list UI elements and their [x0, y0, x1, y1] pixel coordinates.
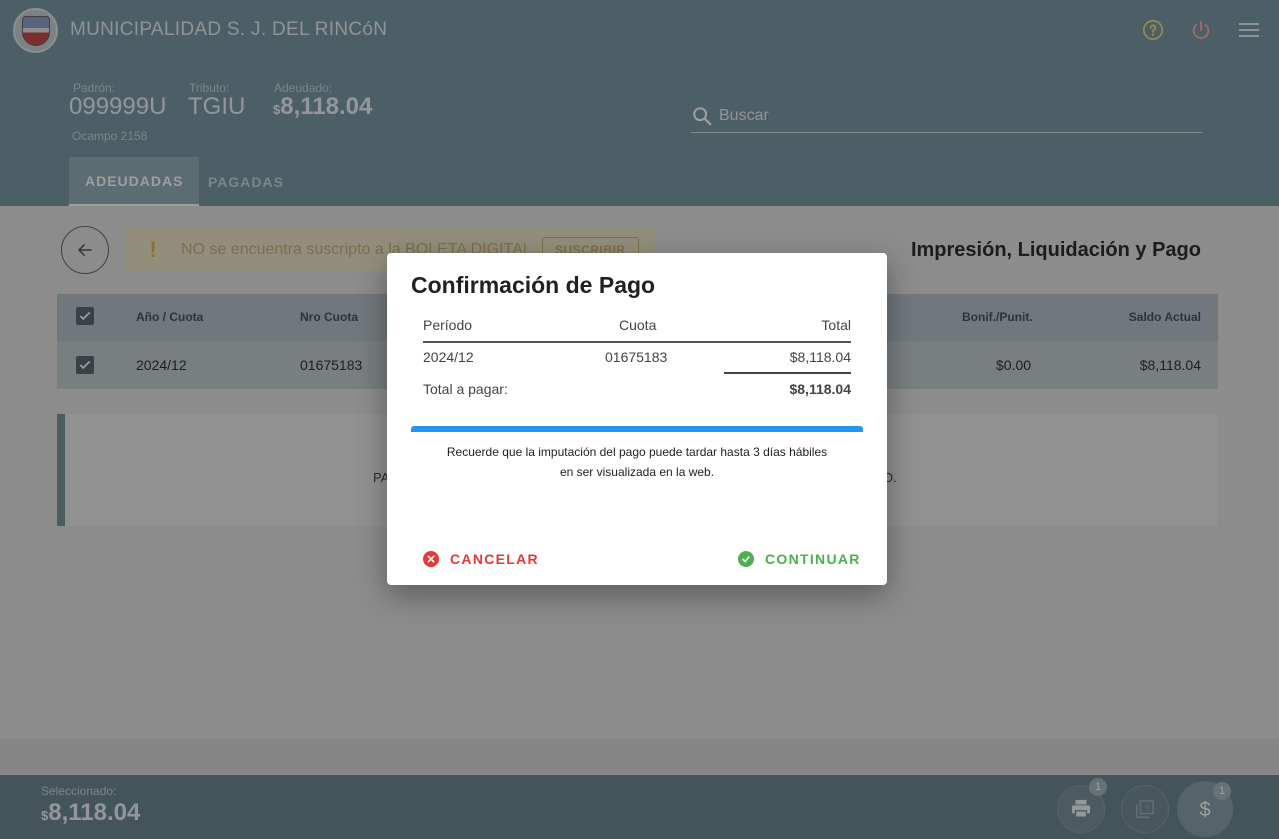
total-divider: [724, 372, 851, 374]
col-periodo: Período: [423, 317, 473, 333]
cell-periodo: 2024/12: [423, 349, 474, 365]
cancel-label: CANCELAR: [450, 551, 539, 567]
cell-cuota: 01675183: [605, 349, 668, 365]
total-label: Total a pagar:: [423, 381, 508, 397]
payment-confirmation-dialog: Confirmación de Pago Período Cuota Total…: [387, 253, 887, 585]
cancel-icon: [423, 551, 439, 567]
note-line-2: en ser visualizada en la web.: [559, 465, 715, 479]
payment-note: Recuerde que la imputación del pago pued…: [411, 442, 863, 482]
header-divider: [423, 341, 851, 343]
cancel-button[interactable]: CANCELAR: [423, 547, 539, 571]
note-line-1: Recuerde que la imputación del pago pued…: [446, 445, 828, 459]
dialog-title: Confirmación de Pago: [411, 272, 656, 298]
col-total: Total: [821, 317, 851, 333]
cell-total: $8,118.04: [789, 349, 851, 365]
continue-button[interactable]: CONTINUAR: [738, 547, 861, 571]
progress-bar: [411, 426, 863, 432]
continue-label: CONTINUAR: [765, 551, 861, 567]
total-value: $8,118.04: [789, 381, 851, 397]
check-circle-icon: [738, 551, 754, 567]
col-cuota: Cuota: [619, 317, 657, 333]
